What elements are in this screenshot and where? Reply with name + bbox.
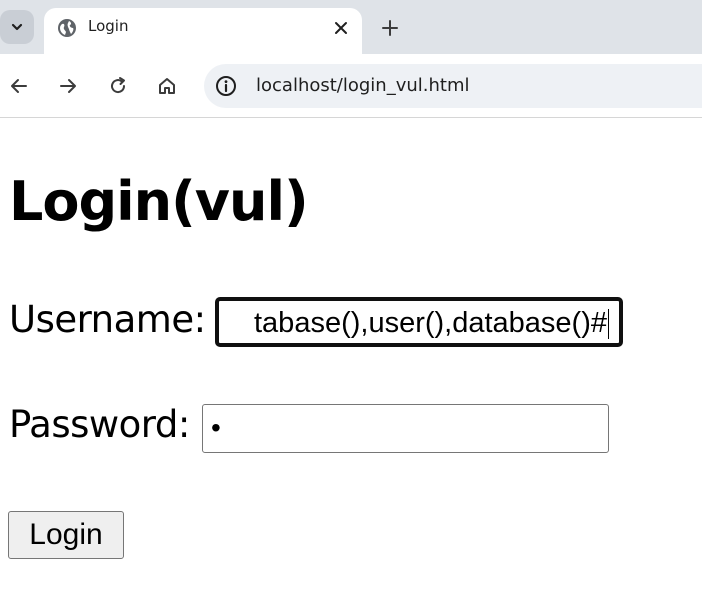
address-bar[interactable]: localhost/login_vul.html [204, 64, 702, 108]
tab-search-button[interactable] [0, 10, 34, 44]
tab-strip: Login [0, 0, 702, 54]
arrow-right-icon [60, 79, 76, 93]
chevron-down-icon [11, 23, 23, 31]
site-info-icon[interactable] [215, 75, 237, 97]
arrow-left-icon [11, 79, 27, 93]
home-button[interactable] [153, 72, 181, 100]
close-icon [335, 22, 347, 34]
password-input[interactable]: • [202, 404, 609, 453]
home-icon [159, 78, 175, 94]
page-title: Login(vul) [9, 170, 309, 233]
reload-icon [111, 77, 126, 94]
reload-button[interactable] [104, 72, 132, 100]
username-input[interactable]: tabase(),user(),database()# [215, 297, 623, 347]
plus-icon [382, 20, 398, 36]
tab-login[interactable]: Login [44, 8, 362, 54]
new-tab-button[interactable] [376, 14, 404, 42]
browser-toolbar: localhost/login_vul.html [0, 54, 702, 118]
username-input-value: tabase(),user(),database()# [254, 307, 607, 339]
tab-title: Login [88, 17, 129, 35]
forward-button[interactable] [54, 72, 82, 100]
username-label: Username: [9, 298, 206, 341]
globe-icon [58, 19, 76, 37]
address-url: localhost/login_vul.html [256, 75, 470, 96]
text-caret [608, 309, 609, 339]
tab-close-button[interactable] [329, 16, 353, 40]
page-content: Login(vul) Username: tabase(),user(),dat… [0, 119, 702, 595]
back-button[interactable] [5, 72, 33, 100]
password-input-value: • [211, 412, 221, 443]
login-button[interactable]: Login [8, 511, 124, 559]
password-label: Password: [9, 403, 190, 446]
